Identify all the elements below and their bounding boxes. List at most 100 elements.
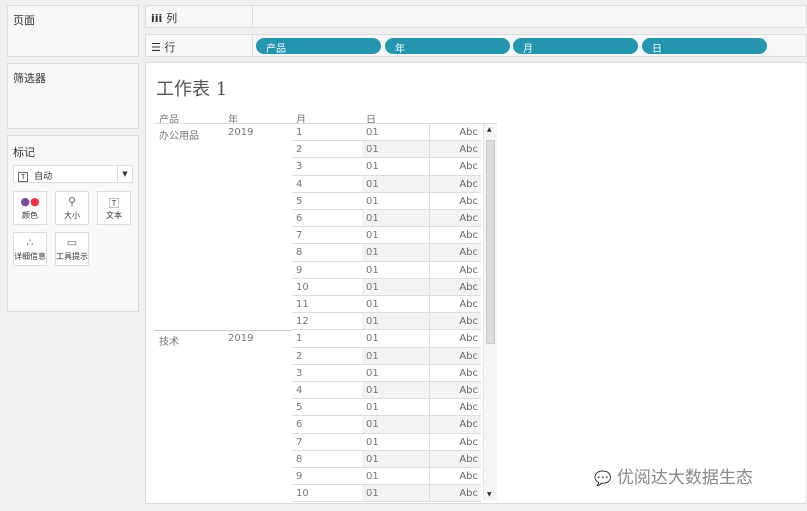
- day-value: 01: [366, 453, 379, 465]
- tooltip-label: 工具提示: [56, 252, 88, 261]
- mark-text: Abc: [459, 213, 478, 224]
- watermark-text: 优阅达大数据生态: [616, 468, 753, 488]
- month-cell: 9: [292, 468, 362, 486]
- tooltip-button[interactable]: ▭ 工具提示: [55, 232, 89, 266]
- mark-text: Abc: [459, 316, 478, 328]
- month-cell: 2: [292, 348, 362, 365]
- day-value: 01: [366, 264, 379, 276]
- month-cell: 1: [292, 124, 362, 142]
- month-value: 6: [296, 419, 303, 431]
- day-value: 01: [366, 419, 379, 431]
- table-row[interactable]: 技术 2019 1 01 Abc: [146, 330, 506, 348]
- table-row[interactable]: 3 01 Abc: [146, 158, 506, 176]
- pill-day[interactable]: 日: [642, 38, 767, 55]
- month-cell: 3: [292, 365, 362, 382]
- month-value: 3: [296, 367, 303, 379]
- table-row[interactable]: 7 01 Abc: [146, 227, 506, 245]
- color-button[interactable]: ●● 颜色: [13, 191, 47, 225]
- mark-text: Abc: [459, 230, 478, 242]
- pill-product[interactable]: 产品: [256, 38, 381, 55]
- day-cell: 01: [362, 365, 429, 382]
- day-cell: 01: [362, 210, 429, 228]
- day-value: 01: [366, 281, 379, 293]
- table-row[interactable]: 4 01 Abc: [146, 382, 506, 400]
- day-value: 01: [366, 402, 379, 414]
- vertical-scrollbar[interactable]: ▲ ▼: [483, 124, 497, 500]
- day-cell: 01: [362, 158, 429, 176]
- table-row[interactable]: 2 01 Abc: [146, 141, 506, 159]
- month-value: 1: [296, 127, 303, 138]
- rows-shelf[interactable]: ☰ 行 产品 年 月 日: [145, 34, 807, 57]
- table-row[interactable]: 6 01 Abc: [146, 210, 506, 228]
- month-cell: 4: [292, 382, 362, 400]
- rows-icon: ☰: [151, 41, 165, 54]
- mark-cell: Abc: [429, 158, 481, 176]
- detail-icon: ∴: [26, 236, 34, 249]
- day-cell: 01: [362, 175, 429, 193]
- detail-button[interactable]: ∴ 详细信息: [13, 232, 47, 266]
- scrollbar-thumb[interactable]: [486, 140, 495, 344]
- color-icon: ●●: [20, 195, 40, 208]
- text-button[interactable]: 🅃 文本: [97, 191, 131, 225]
- table-row[interactable]: 2 01 Abc: [146, 347, 506, 365]
- columns-drop-area[interactable]: [252, 6, 806, 27]
- day-value: 01: [366, 144, 379, 156]
- table-row[interactable]: 8 01 Abc: [146, 450, 506, 468]
- day-cell: 01: [362, 124, 429, 142]
- pill-month[interactable]: 月: [513, 38, 638, 55]
- month-value: 2: [296, 144, 303, 156]
- table-row[interactable]: 11 01 Abc: [146, 296, 506, 314]
- day-cell: 01: [362, 244, 429, 262]
- mark-cell: Abc: [429, 278, 481, 296]
- scroll-down-icon[interactable]: ▼: [487, 491, 492, 498]
- table-row[interactable]: 4 01 Abc: [146, 175, 506, 193]
- table-row[interactable]: 5 01 Abc: [146, 192, 506, 210]
- day-value: 01: [366, 127, 379, 138]
- table-row[interactable]: 8 01 Abc: [146, 244, 506, 262]
- month-cell: 6: [292, 210, 362, 228]
- day-value: 01: [366, 488, 379, 500]
- pages-card[interactable]: 页面: [7, 5, 139, 57]
- day-cell: 01: [362, 382, 429, 400]
- month-cell: 10: [292, 485, 362, 502]
- tooltip-icon: ▭: [66, 236, 78, 249]
- size-label: 大小: [64, 211, 80, 220]
- columns-shelf[interactable]: iii 列: [145, 5, 807, 28]
- filters-card[interactable]: 筛选器: [7, 63, 139, 129]
- table-row[interactable]: 12 01 Abc: [146, 313, 506, 331]
- month-cell: 8: [292, 244, 362, 262]
- table-row[interactable]: 3 01 Abc: [146, 364, 506, 382]
- day-cell: 01: [362, 330, 429, 348]
- table-body: 办公用品 2019 1 01 Abc 2 01 Abc 3 01 Abc 4 01 Abc 5 01 Abc 6 0…: [146, 124, 506, 502]
- day-value: 01: [366, 213, 379, 224]
- table-row[interactable]: 5 01 Abc: [146, 399, 506, 417]
- day-cell: 01: [362, 296, 429, 314]
- month-value: 4: [296, 385, 303, 396]
- table-row[interactable]: 10 01 Abc: [146, 278, 506, 296]
- month-value: 10: [296, 281, 309, 293]
- detail-label: 详细信息: [14, 252, 46, 261]
- pill-year[interactable]: 年: [385, 38, 510, 55]
- day-value: 01: [366, 367, 379, 379]
- table-row[interactable]: 办公用品 2019 1 01 Abc: [146, 124, 506, 142]
- marks-title: 标记: [13, 146, 35, 159]
- month-value: 10: [296, 488, 309, 500]
- mark-type-dropdown[interactable]: T 自动 ▼: [13, 165, 133, 183]
- table-row[interactable]: 7 01 Abc: [146, 433, 506, 451]
- mark-text: Abc: [459, 419, 478, 431]
- month-cell: 12: [292, 313, 362, 331]
- mark-cell: Abc: [429, 261, 481, 279]
- year-cell: 2019: [228, 333, 254, 345]
- day-cell: 01: [362, 468, 429, 486]
- marks-card: 标记 T 自动 ▼ ●● 颜色 ⚲ 大小 🅃 文本 ∴ 详细信息 ▭ 工具提示: [7, 135, 139, 312]
- table-row[interactable]: 10 01 Abc: [146, 485, 506, 502]
- year-cell: 2019: [228, 127, 254, 138]
- rows-drop-area[interactable]: 产品 年 月 日: [252, 35, 806, 56]
- day-cell: 01: [362, 347, 429, 365]
- table-row[interactable]: 9 01 Abc: [146, 468, 506, 486]
- table-row[interactable]: 9 01 Abc: [146, 261, 506, 279]
- mark-text: Abc: [459, 127, 478, 138]
- table-row[interactable]: 6 01 Abc: [146, 416, 506, 434]
- scroll-up-icon[interactable]: ▲: [487, 126, 492, 133]
- size-button[interactable]: ⚲ 大小: [55, 191, 89, 225]
